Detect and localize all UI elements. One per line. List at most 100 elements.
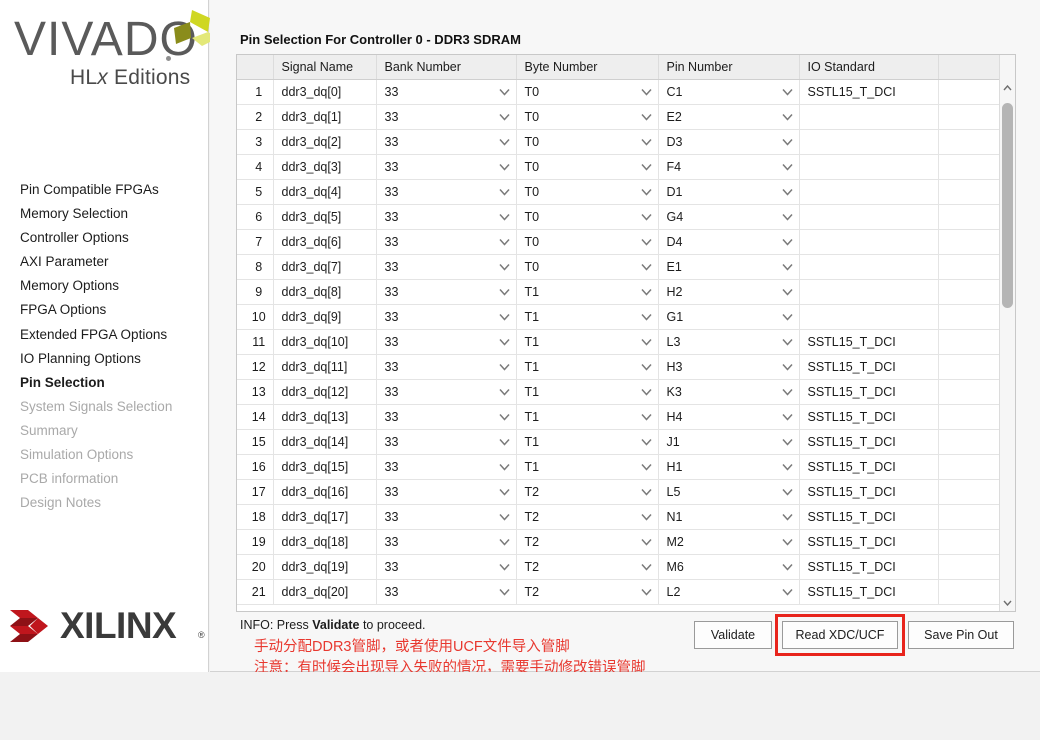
cell-pin-number-combo[interactable]: D1: [658, 179, 800, 205]
chevron-down-icon[interactable]: [498, 88, 510, 96]
table-row[interactable]: 4 ddr3_dq[3] 33 T0 F4: [237, 154, 1002, 180]
chevron-down-icon[interactable]: [640, 338, 652, 346]
cell-pin-number-combo[interactable]: M2: [658, 529, 800, 555]
cell-pin-number-combo[interactable]: J1: [658, 429, 800, 455]
sidebar-item-io-planning-options[interactable]: IO Planning Options: [20, 351, 200, 367]
chevron-down-icon[interactable]: [640, 113, 652, 121]
chevron-down-icon[interactable]: [640, 188, 652, 196]
chevron-down-icon[interactable]: [498, 363, 510, 371]
chevron-down-icon[interactable]: [498, 388, 510, 396]
table-row[interactable]: 11 ddr3_dq[10] 33 T1 L3 SSTL15_T_DCI: [237, 329, 1002, 355]
cell-pin-number-combo[interactable]: L3: [658, 329, 800, 355]
save-pin-out-button[interactable]: Save Pin Out: [908, 621, 1014, 649]
cell-pin-number-combo[interactable]: H1: [658, 454, 800, 480]
cell-pin-number-combo[interactable]: H3: [658, 354, 800, 380]
cell-byte-number-combo[interactable]: T1: [516, 304, 659, 330]
chevron-down-icon[interactable]: [498, 413, 510, 421]
table-row[interactable]: 14 ddr3_dq[13] 33 T1 H4 SSTL15_T_DCI: [237, 404, 1002, 430]
sidebar-item-memory-selection[interactable]: Memory Selection: [20, 206, 200, 222]
cell-byte-number-combo[interactable]: T1: [516, 329, 659, 355]
chevron-down-icon[interactable]: [498, 338, 510, 346]
cell-pin-number-combo[interactable]: F4: [658, 154, 800, 180]
chevron-down-icon[interactable]: [498, 538, 510, 546]
cell-bank-number-combo[interactable]: 33: [376, 104, 517, 130]
chevron-down-icon[interactable]: [498, 313, 510, 321]
chevron-down-icon[interactable]: [781, 313, 793, 321]
table-row[interactable]: 6 ddr3_dq[5] 33 T0 G4: [237, 204, 1002, 230]
chevron-down-icon[interactable]: [640, 213, 652, 221]
chevron-down-icon[interactable]: [498, 513, 510, 521]
column-header-io-standard[interactable]: IO Standard: [799, 55, 939, 80]
chevron-down-icon[interactable]: [498, 188, 510, 196]
chevron-down-icon[interactable]: [640, 388, 652, 396]
chevron-down-icon[interactable]: [781, 488, 793, 496]
chevron-down-icon[interactable]: [640, 463, 652, 471]
cell-pin-number-combo[interactable]: M6: [658, 554, 800, 580]
cell-byte-number-combo[interactable]: T0: [516, 229, 659, 255]
chevron-down-icon[interactable]: [781, 213, 793, 221]
cell-bank-number-combo[interactable]: 33: [376, 329, 517, 355]
sidebar-item-pin-selection[interactable]: Pin Selection: [20, 375, 200, 391]
cell-byte-number-combo[interactable]: T0: [516, 154, 659, 180]
table-row[interactable]: 2 ddr3_dq[1] 33 T0 E2: [237, 104, 1002, 130]
chevron-down-icon[interactable]: [640, 138, 652, 146]
chevron-down-icon[interactable]: [781, 88, 793, 96]
chevron-down-icon[interactable]: [781, 388, 793, 396]
table-row[interactable]: 15 ddr3_dq[14] 33 T1 J1 SSTL15_T_DCI: [237, 429, 1002, 455]
chevron-down-icon[interactable]: [498, 463, 510, 471]
cell-pin-number-combo[interactable]: G1: [658, 304, 800, 330]
chevron-down-icon[interactable]: [498, 138, 510, 146]
column-header-pin-number[interactable]: Pin Number: [658, 55, 800, 80]
table-row[interactable]: 5 ddr3_dq[4] 33 T0 D1: [237, 179, 1002, 205]
sidebar-item-fpga-options[interactable]: FPGA Options: [20, 302, 200, 318]
cell-pin-number-combo[interactable]: H2: [658, 279, 800, 305]
table-vertical-scrollbar[interactable]: [999, 55, 1015, 611]
chevron-down-icon[interactable]: [781, 438, 793, 446]
chevron-down-icon[interactable]: [498, 488, 510, 496]
cell-byte-number-combo[interactable]: T2: [516, 504, 659, 530]
table-row[interactable]: 21 ddr3_dq[20] 33 T2 L2 SSTL15_T_DCI: [237, 579, 1002, 605]
chevron-down-icon[interactable]: [781, 138, 793, 146]
cell-bank-number-combo[interactable]: 33: [376, 229, 517, 255]
chevron-down-icon[interactable]: [498, 438, 510, 446]
cell-pin-number-combo[interactable]: L5: [658, 479, 800, 505]
chevron-down-icon[interactable]: [640, 238, 652, 246]
table-row[interactable]: 18 ddr3_dq[17] 33 T2 N1 SSTL15_T_DCI: [237, 504, 1002, 530]
chevron-down-icon[interactable]: [498, 563, 510, 571]
chevron-down-icon[interactable]: [781, 113, 793, 121]
chevron-down-icon[interactable]: [498, 588, 510, 596]
column-header-signal-name[interactable]: Signal Name: [273, 55, 377, 80]
table-row[interactable]: 10 ddr3_dq[9] 33 T1 G1: [237, 304, 1002, 330]
cell-bank-number-combo[interactable]: 33: [376, 204, 517, 230]
cell-byte-number-combo[interactable]: T1: [516, 429, 659, 455]
chevron-down-icon[interactable]: [640, 563, 652, 571]
column-header-byte-number[interactable]: Byte Number: [516, 55, 659, 80]
cell-bank-number-combo[interactable]: 33: [376, 504, 517, 530]
cell-bank-number-combo[interactable]: 33: [376, 379, 517, 405]
cell-bank-number-combo[interactable]: 33: [376, 404, 517, 430]
cell-pin-number-combo[interactable]: E2: [658, 104, 800, 130]
cell-byte-number-combo[interactable]: T1: [516, 454, 659, 480]
cell-byte-number-combo[interactable]: T2: [516, 579, 659, 605]
chevron-down-icon[interactable]: [781, 363, 793, 371]
cell-pin-number-combo[interactable]: D3: [658, 129, 800, 155]
chevron-down-icon[interactable]: [640, 513, 652, 521]
column-header-bank-number[interactable]: Bank Number: [376, 55, 517, 80]
chevron-down-icon[interactable]: [640, 588, 652, 596]
table-row[interactable]: 9 ddr3_dq[8] 33 T1 H2: [237, 279, 1002, 305]
read-xdc-ucf-button[interactable]: Read XDC/UCF: [782, 621, 898, 649]
table-row[interactable]: 13 ddr3_dq[12] 33 T1 K3 SSTL15_T_DCI: [237, 379, 1002, 405]
chevron-down-icon[interactable]: [498, 288, 510, 296]
cell-pin-number-combo[interactable]: H4: [658, 404, 800, 430]
chevron-down-icon[interactable]: [640, 263, 652, 271]
chevron-down-icon[interactable]: [498, 113, 510, 121]
table-row[interactable]: 17 ddr3_dq[16] 33 T2 L5 SSTL15_T_DCI: [237, 479, 1002, 505]
scrollbar-thumb[interactable]: [1002, 103, 1013, 308]
cell-byte-number-combo[interactable]: T1: [516, 354, 659, 380]
cell-bank-number-combo[interactable]: 33: [376, 179, 517, 205]
cell-bank-number-combo[interactable]: 33: [376, 429, 517, 455]
chevron-down-icon[interactable]: [498, 163, 510, 171]
cell-bank-number-combo[interactable]: 33: [376, 354, 517, 380]
table-row[interactable]: 3 ddr3_dq[2] 33 T0 D3: [237, 129, 1002, 155]
scroll-down-arrow-icon[interactable]: [1000, 595, 1015, 611]
